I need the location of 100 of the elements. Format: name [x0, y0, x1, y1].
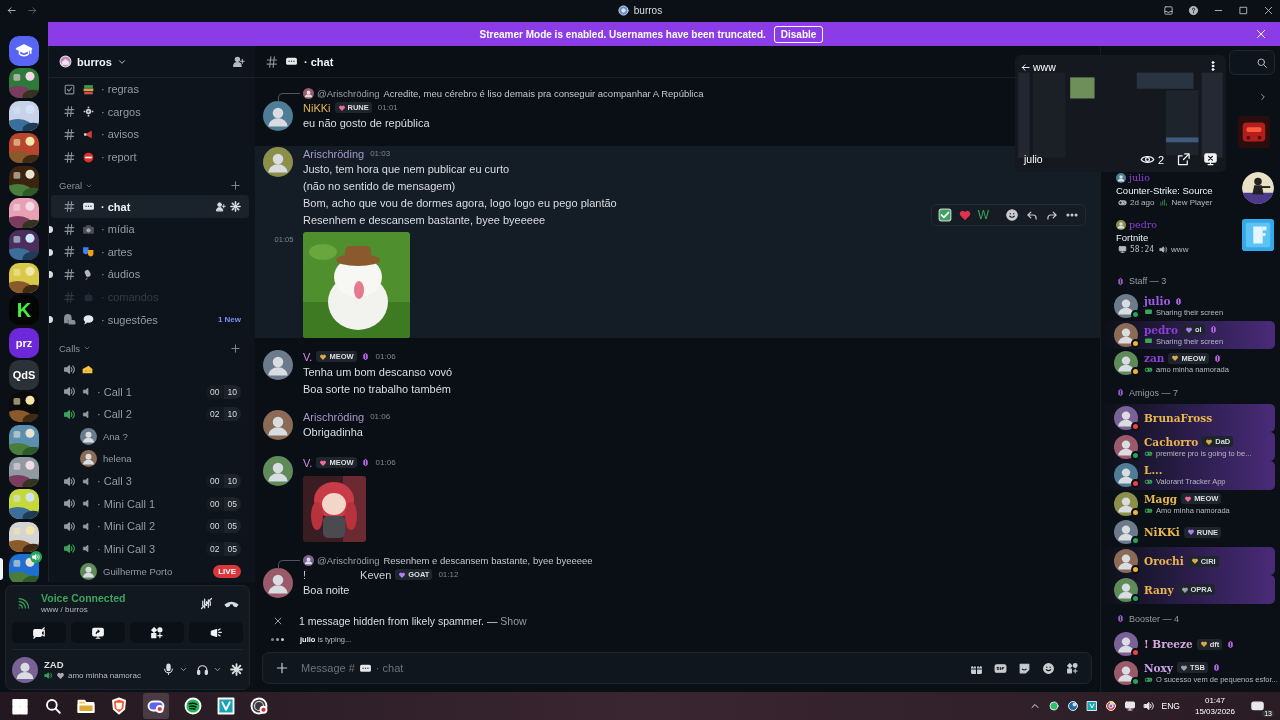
soundboard-button[interactable]	[189, 622, 243, 643]
author-name[interactable]: !	[303, 568, 307, 581]
attach-icon[interactable]	[275, 661, 289, 675]
screen-share-button[interactable]	[71, 622, 125, 643]
search-field[interactable]	[1229, 50, 1275, 75]
voice-status[interactable]: Voice Connected	[41, 592, 189, 604]
caret-icon[interactable]	[213, 665, 222, 674]
stop-watching-icon[interactable]	[1203, 152, 1218, 167]
channel-item[interactable]: · chat	[51, 195, 249, 218]
stream-preview[interactable]: www julio 2	[1015, 55, 1226, 172]
channel-item[interactable]: · report	[51, 145, 249, 169]
status-icon[interactable]	[1047, 700, 1060, 712]
voice-user[interactable]: Guilherme Porto LIVE	[51, 560, 255, 582]
channel-item[interactable]: · artes	[51, 240, 249, 264]
shield-icon[interactable]	[110, 697, 128, 715]
category-header[interactable]: Geral	[59, 180, 94, 192]
settings-icon[interactable]	[230, 201, 241, 213]
heart-icon	[1171, 354, 1180, 363]
author-name[interactable]: V.	[303, 456, 313, 469]
music-app-icon[interactable]	[184, 697, 202, 715]
invite-icon[interactable]	[232, 55, 245, 68]
channel-item[interactable]: · regras	[51, 78, 249, 101]
sticker-icon[interactable]	[1018, 661, 1031, 675]
close-icon[interactable]	[1263, 4, 1274, 16]
server-button[interactable]: K	[9, 295, 39, 326]
reply-preview[interactable]: Resenhem e descansem bastante, byee byeeeee	[383, 554, 593, 566]
voice-user[interactable]: helena	[51, 447, 255, 470]
voice-channel-item[interactable]: · Mini Call 3 02 05	[51, 537, 249, 561]
apps-icon[interactable]	[1066, 661, 1079, 675]
clock[interactable]: 01:47 15/03/2026	[1194, 695, 1235, 717]
author-name[interactable]: Arischröding	[303, 410, 365, 423]
disable-button[interactable]: Disable	[773, 25, 824, 43]
gif-icon[interactable]	[994, 661, 1007, 675]
heart-reaction-icon[interactable]	[957, 208, 972, 222]
add-channel-icon[interactable]	[230, 180, 241, 192]
caret-icon[interactable]	[179, 665, 188, 674]
speaker-icon	[81, 498, 92, 510]
reply-author[interactable]: @Arischröding	[303, 554, 380, 566]
folder-icon[interactable]	[77, 697, 95, 715]
invite-icon[interactable]	[215, 201, 226, 213]
activities-button[interactable]	[130, 622, 184, 643]
back-icon[interactable]	[6, 4, 17, 16]
start-icon[interactable]	[11, 697, 29, 715]
chevron-right-icon[interactable]	[1258, 92, 1268, 102]
voice-user[interactable]: Ana ?	[51, 425, 255, 448]
server-name-button[interactable]: burros	[59, 55, 127, 68]
headphones-icon[interactable]	[196, 663, 209, 676]
voice-channel-item[interactable]: · Mini Call 2 00 05	[51, 514, 249, 538]
member-name[interactable]: julio	[1129, 172, 1150, 183]
member-name[interactable]: pedro	[1129, 219, 1158, 230]
channel-item[interactable]: · cargos	[51, 100, 249, 124]
author-name[interactable]: Arischröding	[303, 147, 365, 160]
author-name[interactable]: Keven	[360, 568, 392, 581]
activity-detail: New Player	[1171, 198, 1213, 207]
show-link[interactable]: Show	[500, 615, 527, 627]
search-icon[interactable]	[44, 697, 62, 715]
voice-channel-item[interactable]: · Call 2 02 10	[51, 403, 249, 426]
checkmark-reaction-icon[interactable]	[937, 208, 952, 222]
maximize-icon[interactable]	[1238, 4, 1249, 16]
voice-channel-item[interactable]: · Call 3 00 10	[51, 469, 249, 493]
emoji-icon[interactable]	[1042, 661, 1055, 675]
inbox-icon[interactable]	[1163, 4, 1174, 16]
app-icon[interactable]	[1085, 700, 1098, 712]
settings-icon[interactable]	[230, 663, 243, 676]
language-indicator[interactable]: ENG	[1161, 701, 1180, 711]
channel-item[interactable]: · áudios	[51, 263, 249, 286]
close-icon[interactable]	[1255, 28, 1267, 40]
popout-icon[interactable]	[1176, 152, 1191, 167]
message-input[interactable]: Message # · chat	[262, 652, 1092, 684]
server-button[interactable]: QdS	[9, 359, 39, 390]
help-icon[interactable]	[1188, 4, 1199, 16]
record-icon[interactable]	[250, 697, 268, 715]
microphone-icon[interactable]	[162, 663, 175, 676]
game-controller-app[interactable]	[143, 693, 169, 719]
channel-item[interactable]: · sugestões 1 New	[51, 308, 249, 331]
network-icon[interactable]	[1123, 700, 1136, 712]
author-name[interactable]: V.	[303, 350, 313, 363]
server-icon[interactable]	[9, 36, 39, 66]
reaction-button[interactable]: W	[977, 208, 989, 222]
noise-suppression-icon[interactable]	[199, 595, 214, 611]
add-channel-icon[interactable]	[230, 342, 241, 354]
back-icon[interactable]	[1020, 61, 1031, 73]
author-name[interactable]: NiKKi	[303, 101, 331, 114]
volume-icon[interactable]	[1142, 700, 1155, 712]
channel-item[interactable]: · mídia	[51, 217, 249, 241]
channel-item[interactable]: · avisos	[51, 123, 249, 146]
reply-author[interactable]: @Arischröding	[303, 87, 380, 99]
activity-detail: 58:24	[1130, 245, 1155, 254]
voice-channel-item[interactable]: · Mini Call 1 00 05	[51, 492, 249, 515]
camera-off-button[interactable]	[12, 622, 66, 643]
category-header[interactable]: Calls	[59, 342, 92, 354]
server-button[interactable]: prz	[9, 327, 39, 358]
activity-detail: www	[1171, 245, 1189, 254]
reply-preview[interactable]: Acredite, meu cérebro é liso demais pra conseguir acompanhar A República	[383, 87, 704, 99]
browser-icon[interactable]	[1104, 700, 1117, 712]
steam-icon[interactable]	[1066, 700, 1079, 712]
voice-channel-item[interactable]: · Call 1 00 10	[51, 380, 249, 404]
add-reaction-icon[interactable]	[1005, 208, 1019, 222]
voice-location[interactable]: www / burros	[41, 605, 189, 614]
dismiss-icon[interactable]	[273, 616, 283, 626]
